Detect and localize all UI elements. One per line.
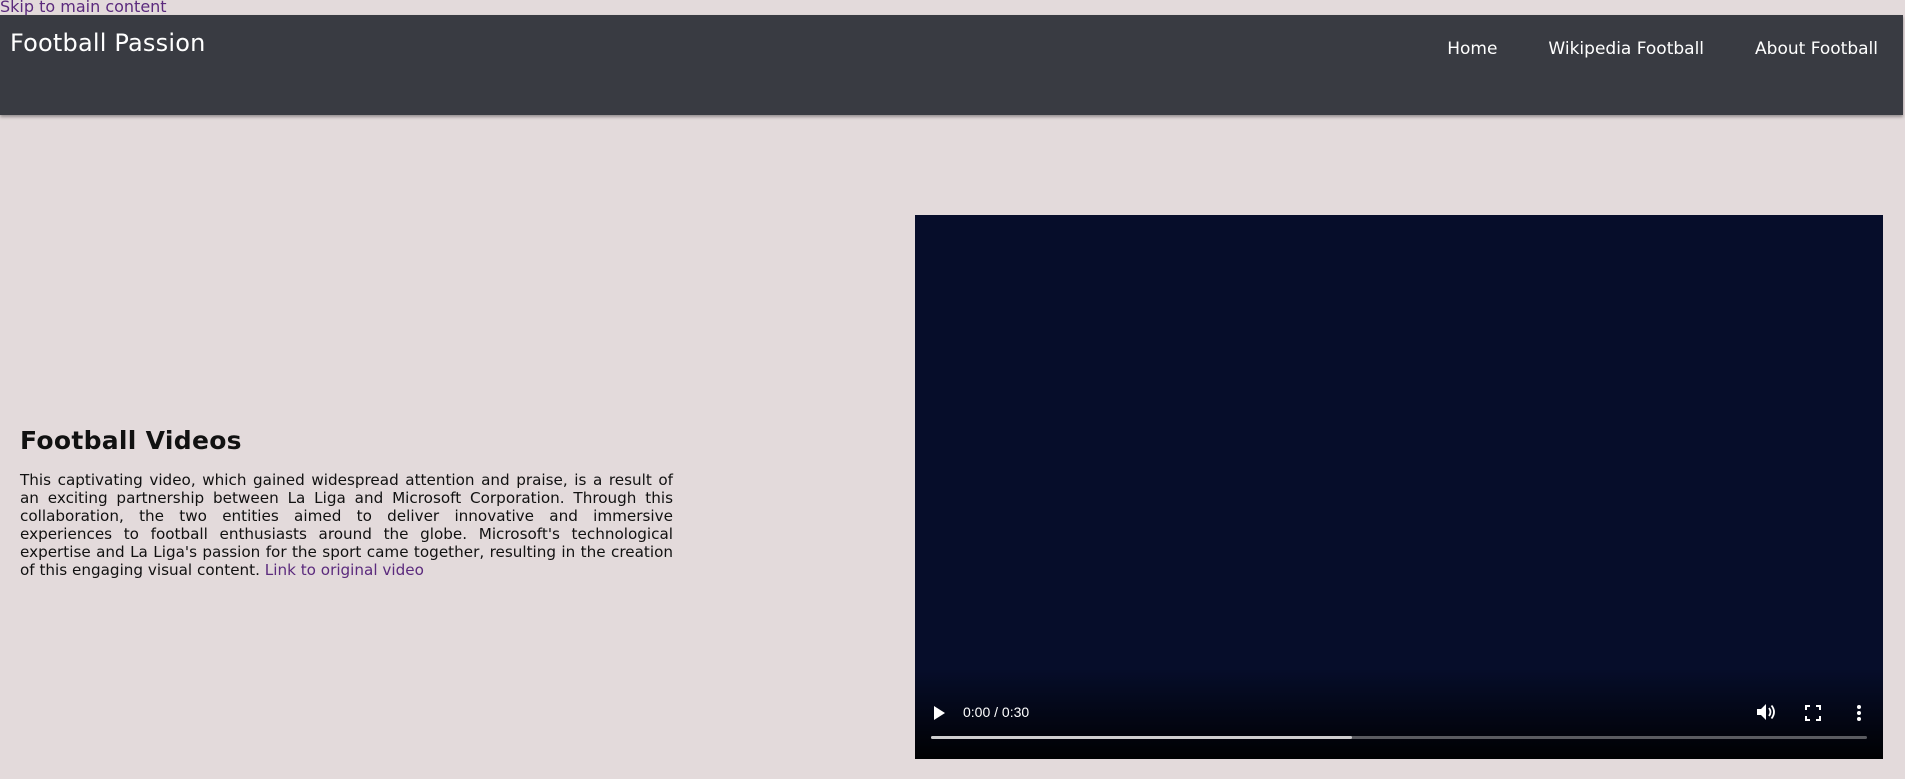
video-description: Football Videos This captivating video, …	[20, 426, 673, 579]
nav-link-wikipedia-football[interactable]: Wikipedia Football	[1548, 39, 1704, 59]
nav-link-about-football[interactable]: About Football	[1755, 39, 1878, 59]
description-paragraph: This captivating video, which gained wid…	[20, 471, 673, 579]
site-header: Football Passion Home Wikipedia Football…	[0, 15, 1903, 115]
volume-icon	[1757, 704, 1775, 720]
buffered-range	[931, 736, 1353, 739]
video-progress-bar[interactable]	[931, 736, 1867, 739]
play-button[interactable]	[929, 703, 949, 723]
original-video-link[interactable]: Link to original video	[265, 561, 424, 579]
nav-link-home[interactable]: Home	[1447, 39, 1497, 59]
more-options-button[interactable]	[1849, 703, 1869, 723]
fullscreen-button[interactable]	[1803, 703, 1823, 723]
page-title: Football Videos	[20, 426, 242, 455]
fullscreen-icon	[1805, 705, 1821, 721]
time-display: 0:00 / 0:30	[963, 704, 1030, 720]
controls-gradient	[915, 669, 1883, 759]
play-icon	[934, 706, 945, 720]
main-nav: Home Wikipedia Football About Football	[1396, 39, 1878, 59]
site-brand[interactable]: Football Passion	[10, 29, 206, 57]
volume-button[interactable]	[1755, 701, 1777, 723]
more-vertical-icon	[1857, 705, 1861, 721]
video-player[interactable]: 0:00 / 0:30	[915, 215, 1883, 759]
